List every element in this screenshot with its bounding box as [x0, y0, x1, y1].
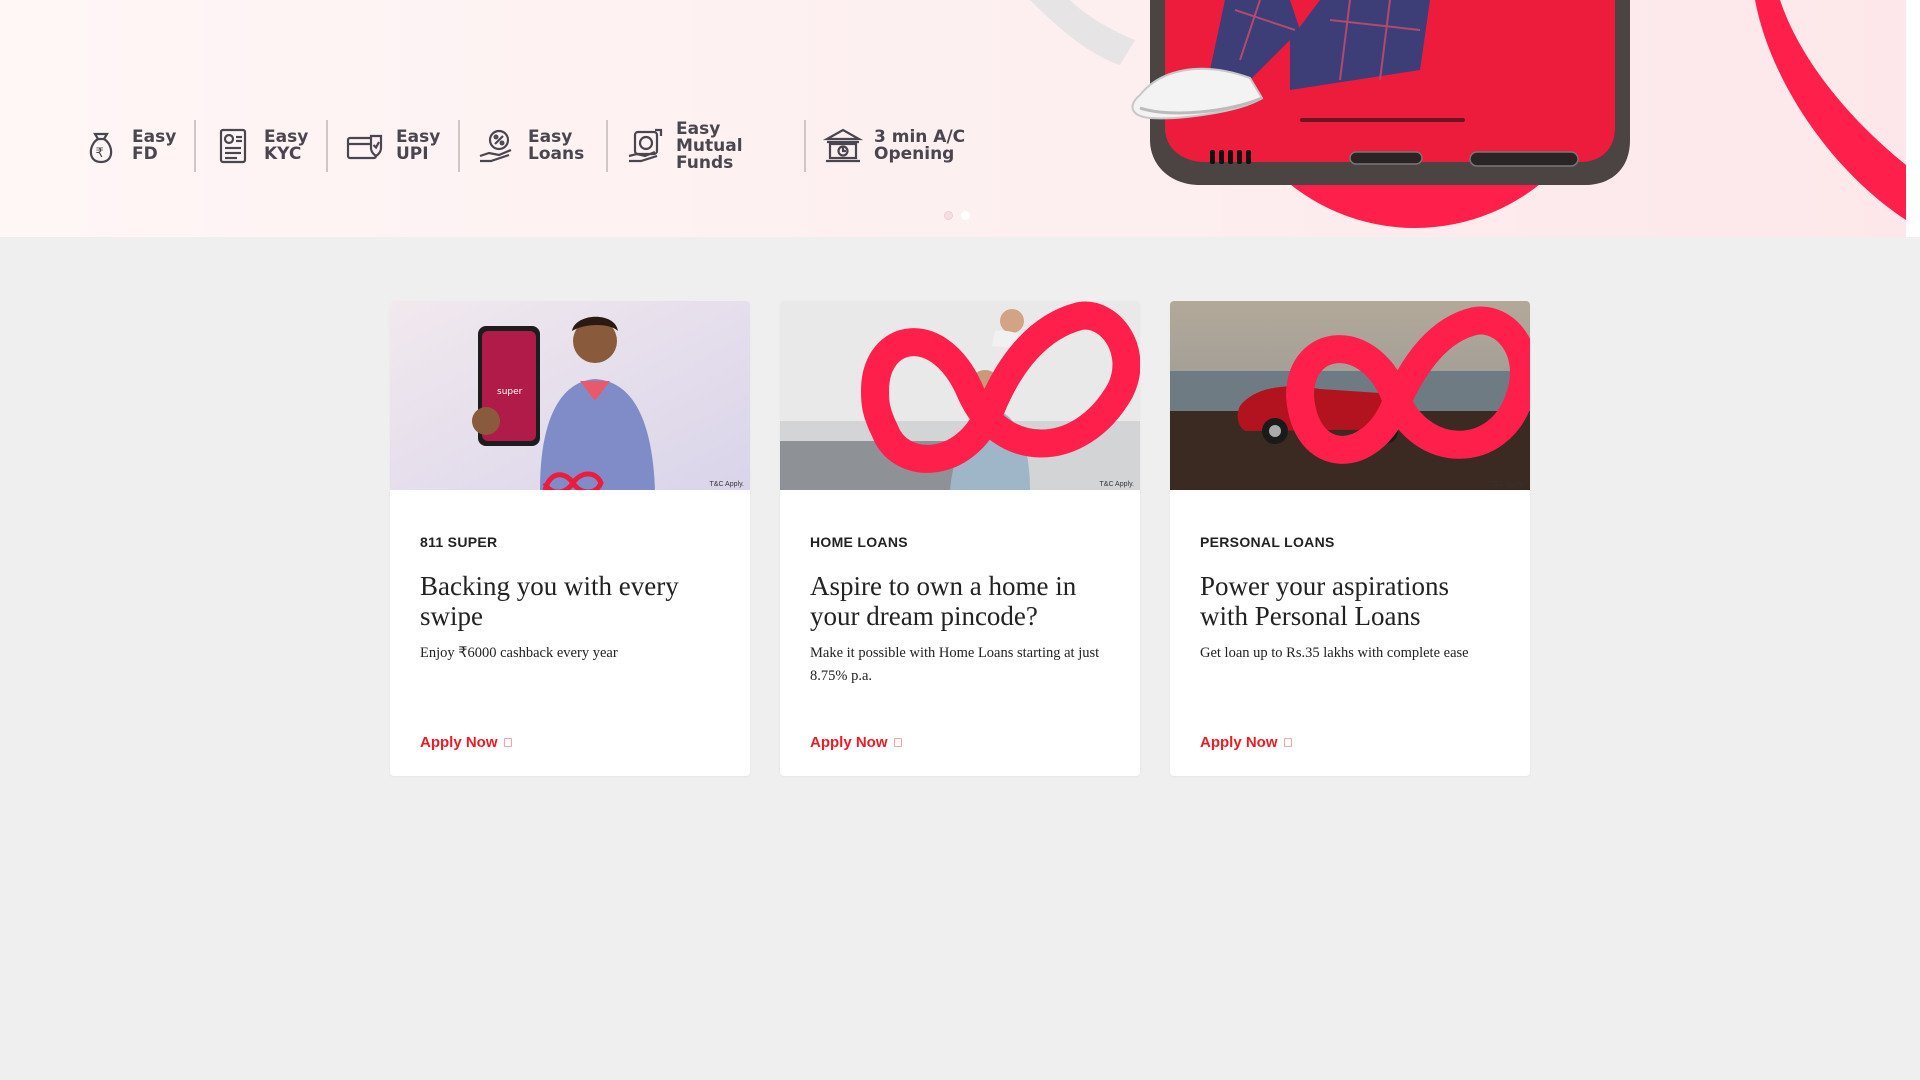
- tc-label: T&C Apply.: [709, 481, 745, 488]
- carousel-dot-active[interactable]: [961, 211, 970, 220]
- feature-easy-fd[interactable]: ₹ Easy FD: [80, 118, 194, 174]
- svg-text:₹: ₹: [96, 146, 104, 161]
- hero-edge: [1906, 0, 1920, 237]
- arrow-right-icon: [1283, 738, 1292, 747]
- upi-card-icon: [344, 125, 386, 167]
- feature-easy-upi[interactable]: Easy UPI: [328, 118, 458, 174]
- kyc-document-icon: [212, 125, 254, 167]
- apply-now-label: Apply Now: [810, 734, 888, 751]
- hero-banner[interactable]: ₹ Easy FD Easy KYC Easy UPI Easy Loans E…: [0, 0, 1906, 237]
- feature-label: Easy Loans: [528, 127, 585, 164]
- feature-strip: ₹ Easy FD Easy KYC Easy UPI Easy Loans E…: [80, 118, 1002, 174]
- apply-now-link[interactable]: Apply Now: [420, 734, 512, 751]
- card-personal-loans[interactable]: T&C Apply. PERSONAL LOANS Power your asp…: [1170, 301, 1530, 776]
- card-home-loans[interactable]: T&C Apply. HOME LOANS Aspire to own a ho…: [780, 301, 1140, 776]
- card-image: T&C Apply.: [1170, 301, 1530, 490]
- card-title: Aspire to own a home in your dream pinco…: [810, 571, 1077, 631]
- card-image: super T&C Apply.: [390, 301, 750, 490]
- feature-account-opening[interactable]: 3 min A/C Opening: [806, 118, 1002, 174]
- phone-screen-text: super: [497, 387, 523, 397]
- mutual-funds-icon: [624, 125, 666, 167]
- feature-easy-loans[interactable]: Easy Loans: [460, 118, 606, 174]
- card-image: T&C Apply.: [780, 301, 1140, 490]
- tc-label: T&C Apply.: [1099, 481, 1135, 488]
- hero-phone-illustration: [1030, 0, 1906, 228]
- card-description: Make it possible with Home Loans startin…: [810, 645, 1100, 684]
- feature-label: 3 min A/C Opening: [874, 127, 966, 164]
- card-description: Get loan up to Rs.35 lakhs with complete…: [1200, 645, 1469, 661]
- fd-money-bag-icon: ₹: [80, 125, 122, 167]
- arrow-right-icon: [893, 738, 902, 747]
- apply-now-label: Apply Now: [420, 734, 498, 751]
- apply-now-link[interactable]: Apply Now: [1200, 734, 1292, 751]
- apply-now-label: Apply Now: [1200, 734, 1278, 751]
- feature-easy-kyc[interactable]: Easy KYC: [196, 118, 326, 174]
- promo-cards: super T&C Apply. 811 SUPER Backing you w…: [390, 301, 1530, 776]
- card-811-super[interactable]: super T&C Apply. 811 SUPER Backing you w…: [390, 301, 750, 776]
- card-title: Backing you with every swipe: [420, 571, 679, 631]
- bank-building-icon: [822, 125, 864, 167]
- feature-easy-mutual-funds[interactable]: Easy Mutual Funds: [608, 118, 804, 174]
- card-title: Power your aspirations with Personal Loa…: [1200, 571, 1449, 631]
- card-eyebrow: PERSONAL LOANS: [1200, 534, 1335, 550]
- card-eyebrow: HOME LOANS: [810, 534, 908, 550]
- feature-label: Easy Mutual Funds: [676, 118, 743, 173]
- carousel-dots: [944, 211, 970, 220]
- card-eyebrow: 811 SUPER: [420, 534, 498, 550]
- arrow-right-icon: [503, 738, 512, 747]
- tc-label: T&C Apply.: [1489, 481, 1525, 488]
- apply-now-link[interactable]: Apply Now: [810, 734, 902, 751]
- carousel-dot[interactable]: [944, 211, 953, 220]
- feature-label: Easy KYC: [264, 127, 309, 164]
- loan-hand-icon: [476, 125, 518, 167]
- feature-label: Easy UPI: [396, 127, 441, 164]
- feature-label: Easy FD: [132, 127, 177, 164]
- card-description: Enjoy ₹6000 cashback every year: [420, 645, 618, 661]
